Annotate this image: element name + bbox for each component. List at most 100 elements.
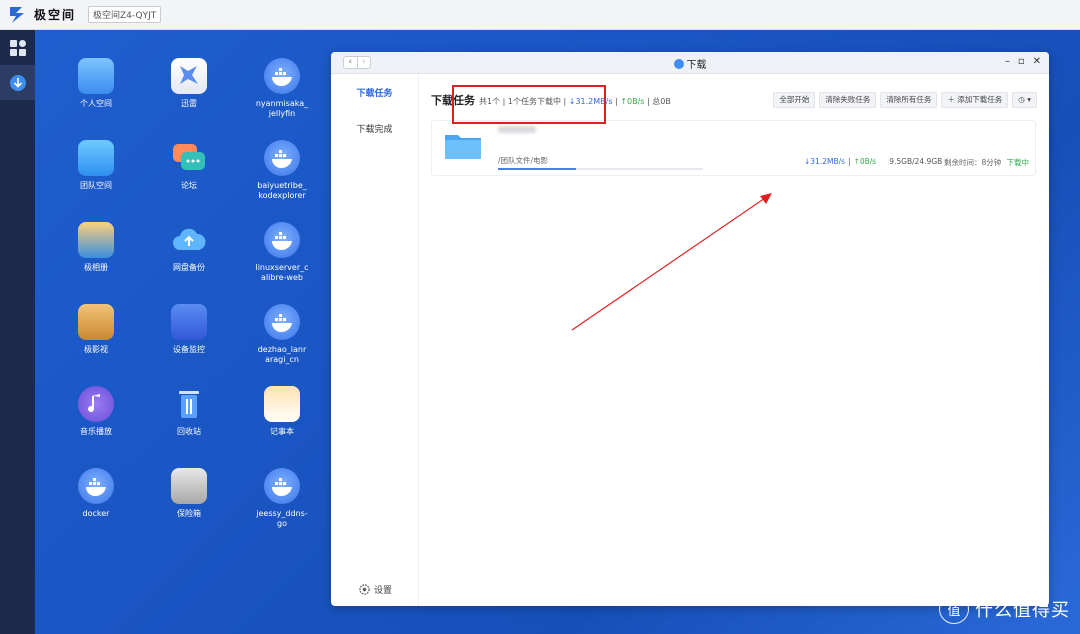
grid-icon xyxy=(9,39,26,56)
highlight-box xyxy=(452,85,606,124)
desktop-app-9[interactable]: 极影视 xyxy=(56,304,136,355)
maximize-icon[interactable]: ▫ xyxy=(1018,56,1025,67)
start-all-button[interactable]: 全部开始 xyxy=(773,92,816,108)
desktop-app-14[interactable]: 记事本 xyxy=(242,386,322,437)
dock-apps-button[interactable] xyxy=(0,30,35,65)
sidebar-item-tasks[interactable]: 下载任务 xyxy=(331,86,418,100)
clear-all-button[interactable]: 清除所有任务 xyxy=(880,92,938,108)
task-separator: | xyxy=(848,157,851,166)
task-progress-bar xyxy=(498,168,703,170)
desktop-app-label: jeessy_ddns-go xyxy=(256,509,308,528)
desktop-app-5[interactable]: baiyuetribe_ kodexplorer xyxy=(242,140,322,201)
task-up-speed: ↑0B/s xyxy=(853,157,877,166)
watermark-text: 什么值得买 xyxy=(975,600,1070,621)
task-row[interactable]: /团队文件/电影 ↓31.2MB/s | ↑0B/s 9.5GB/24.9GB … xyxy=(431,120,1036,176)
desktop-app-6[interactable]: 极相册 xyxy=(56,222,136,273)
thunder-icon xyxy=(171,58,207,94)
history-dropdown[interactable]: ◷ ▾ xyxy=(1012,92,1037,108)
desktop-app-3[interactable]: 团队空间 xyxy=(56,140,136,191)
desktop-app-15[interactable]: docker xyxy=(56,468,136,519)
desktop-app-label: 保险箱 xyxy=(177,509,201,518)
notepad-icon xyxy=(264,386,300,422)
task-size: 9.5GB/24.9GB xyxy=(889,157,943,166)
desktop-app-label: baiyuetribe_ kodexplorer xyxy=(257,181,307,200)
top-bar: 极空间 极空间Z4-QYJT xyxy=(0,0,1080,30)
brand-name: 极空间 xyxy=(34,8,77,22)
dock-download-button[interactable] xyxy=(0,65,35,100)
window-titlebar[interactable]: ‹ › 下载 – ▫ ✕ xyxy=(331,52,1049,74)
sidebar-item-completed[interactable]: 下载完成 xyxy=(331,122,418,136)
progress-fill xyxy=(498,168,576,170)
download-app-icon xyxy=(673,59,684,69)
clear-failed-button[interactable]: 清除失败任务 xyxy=(819,92,877,108)
docker-icon xyxy=(78,468,114,504)
close-icon[interactable]: ✕ xyxy=(1033,56,1041,67)
music-icon xyxy=(78,386,114,422)
desktop-app-label: 网盘备份 xyxy=(173,263,205,272)
summary-separator: | xyxy=(615,97,618,106)
desktop-app-11[interactable]: dezhao_lanr aragi_cn xyxy=(242,304,322,365)
settings-button[interactable]: 设置 xyxy=(359,583,392,596)
safe-icon xyxy=(171,468,207,504)
desktop-app-label: dezhao_lanr aragi_cn xyxy=(257,345,307,364)
desktop-app-2[interactable]: nyanmisaka_ jellyfin xyxy=(242,58,322,119)
desktop-app-label: 记事本 xyxy=(270,427,294,436)
download-globe-icon xyxy=(9,74,26,91)
desktop-app-10[interactable]: 设备监控 xyxy=(149,304,229,355)
add-task-button[interactable]: ＋ 添加下载任务 xyxy=(941,92,1009,108)
cloud-backup-icon xyxy=(171,222,207,258)
desktop-app-label: 设备监控 xyxy=(173,345,205,354)
team-folder-icon xyxy=(78,140,114,176)
window-title: 下载 xyxy=(331,56,1049,71)
desktop-app-label: 迅雷 xyxy=(181,99,197,108)
desktop-app-label: 回收站 xyxy=(177,427,201,436)
desktop-app-4[interactable]: 论坛 xyxy=(149,140,229,191)
album-icon xyxy=(78,222,114,258)
forum-icon xyxy=(171,140,207,176)
task-remaining-time: 剩余时间：8分钟 xyxy=(944,158,1002,167)
docker-icon xyxy=(264,140,300,176)
docker-icon xyxy=(264,468,300,504)
summary-up-speed: ↑0B/s xyxy=(620,97,645,106)
desktop-app-16[interactable]: 保险箱 xyxy=(149,468,229,519)
folder-icon xyxy=(78,58,114,94)
desktop-app-label: linuxserver_c alibre-web xyxy=(255,263,309,282)
summary-separator: | xyxy=(647,97,650,106)
desktop-app-1[interactable]: 迅雷 xyxy=(149,58,229,109)
left-dock xyxy=(0,30,35,634)
device-name-badge[interactable]: 极空间Z4-QYJT xyxy=(88,6,162,23)
monitor-icon xyxy=(171,304,207,340)
trash-icon xyxy=(171,386,207,422)
desktop-app-0[interactable]: 个人空间 xyxy=(56,58,136,109)
video-icon xyxy=(78,304,114,340)
desktop-app-7[interactable]: 网盘备份 xyxy=(149,222,229,273)
summary-total: 总0B xyxy=(652,97,671,106)
task-path: /团队文件/电影 xyxy=(498,156,549,165)
minimize-icon[interactable]: – xyxy=(1005,56,1010,67)
task-stats: ↓31.2MB/s | ↑0B/s 9.5GB/24.9GB xyxy=(804,157,942,166)
watermark-logo: 值 xyxy=(939,594,969,624)
zspace-logo-icon xyxy=(10,6,24,23)
task-down-speed: ↓31.2MB/s xyxy=(804,157,846,166)
desktop-app-label: 论坛 xyxy=(181,181,197,190)
download-content: 下载任务 共1个 | 1个任务下载中 | ↓31.2MB/s | ↑0B/s |… xyxy=(419,74,1049,606)
desktop-app-17[interactable]: jeessy_ddns-go xyxy=(242,468,322,529)
window-controls: – ▫ ✕ xyxy=(1005,56,1041,67)
window-title-text: 下载 xyxy=(686,60,707,71)
folder-icon xyxy=(445,135,481,159)
task-name-blurred xyxy=(498,126,536,133)
desktop-app-8[interactable]: linuxserver_c alibre-web xyxy=(242,222,322,283)
desktop-app-label: nyanmisaka_ jellyfin xyxy=(255,99,309,118)
desktop-app-label: 极影视 xyxy=(84,345,108,354)
desktop-app-12[interactable]: 音乐播放 xyxy=(56,386,136,437)
task-actions: 全部开始 清除失败任务 清除所有任务 ＋ 添加下载任务 ◷ ▾ xyxy=(773,92,1037,108)
watermark: 值 什么值得买 xyxy=(939,594,1070,624)
docker-icon xyxy=(264,304,300,340)
task-status: 下载中 xyxy=(1006,158,1030,167)
desktop-app-label: 团队空间 xyxy=(80,181,112,190)
desktop-app-label: 极相册 xyxy=(84,263,108,272)
window-sidebar: 下载任务 下载完成 设置 xyxy=(331,74,419,606)
download-window: ‹ › 下载 – ▫ ✕ 下载任务 下载完成 设置 下载任务 共1个 | 1个任… xyxy=(331,52,1049,606)
desktop-app-13[interactable]: 回收站 xyxy=(149,386,229,437)
desktop-app-label: 音乐播放 xyxy=(80,427,112,436)
